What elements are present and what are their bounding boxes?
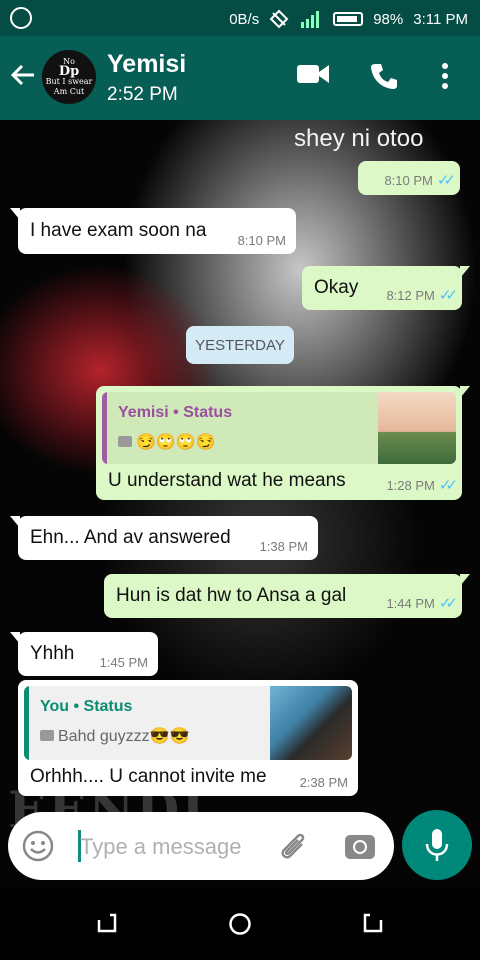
camera-icon: [118, 436, 132, 447]
message-time: 1:45 PM: [99, 655, 148, 670]
nav-recent-icon[interactable]: [362, 912, 384, 934]
nav-back-icon[interactable]: [96, 912, 118, 934]
message-input[interactable]: Type a message: [80, 834, 241, 860]
message-text: Orhhh.... U cannot invite me: [30, 766, 267, 787]
chat-header: No Dp But I swear Am Cut Yemisi 2:52 PM: [0, 36, 480, 120]
date-divider: YESTERDAY: [186, 326, 294, 364]
message-bubble-incoming[interactable]: Ehn... And av answered 1:38 PM: [10, 516, 318, 560]
wallpaper-caption: shey ni otoo: [294, 125, 424, 152]
back-arrow-icon[interactable]: [10, 62, 36, 88]
clock: 3:11 PM: [413, 10, 468, 28]
message-time: 1:38 PM: [259, 539, 308, 554]
quoted-author: You • Status: [40, 698, 133, 715]
message-time: 8:10 PM ✓✓: [384, 172, 456, 189]
system-navigation-bar: [0, 888, 480, 960]
last-seen: 2:52 PM: [107, 84, 178, 105]
message-text: I have exam soon na: [30, 220, 207, 241]
message-bubble-outgoing[interactable]: Yemisi • Status 😏🙄🙄😏 U understand wat he…: [96, 386, 470, 500]
signal-icon: [301, 11, 320, 28]
status-thumbnail: [378, 392, 456, 464]
wifi-off-icon: [269, 9, 289, 29]
avatar[interactable]: No Dp But I swear Am Cut: [42, 50, 96, 104]
quoted-status[interactable]: You • Status Bahd guyzzz😎😎: [24, 686, 352, 760]
message-text: Okay: [314, 277, 359, 298]
message-bubble-outgoing[interactable]: Hun is dat hw to Ansa a gal 1:44 PM ✓✓: [104, 574, 470, 618]
message-time: 8:10 PM: [237, 233, 286, 248]
network-speed: 0B/s: [229, 10, 260, 28]
mic-icon: [425, 829, 449, 861]
quoted-status[interactable]: Yemisi • Status 😏🙄🙄😏: [102, 392, 456, 464]
camera-icon[interactable]: [344, 830, 376, 860]
quoted-author: Yemisi • Status: [118, 404, 233, 421]
quoted-preview: Bahd guyzzz😎😎: [40, 726, 189, 746]
message-bubble-outgoing[interactable]: 8:10 PM ✓✓: [358, 161, 460, 195]
quoted-preview: 😏🙄🙄😏: [118, 432, 216, 452]
whatsapp-icon: [10, 7, 32, 29]
message-time: 1:28 PM ✓✓: [386, 477, 458, 494]
battery-level: 98%: [373, 10, 404, 28]
message-time: 8:12 PM ✓✓: [386, 287, 458, 304]
message-text: Hun is dat hw to Ansa a gal: [116, 585, 347, 606]
battery-icon: [333, 12, 364, 26]
message-text: Ehn... And av answered: [30, 527, 231, 548]
message-text: U understand wat he means: [108, 470, 346, 491]
message-bubble-incoming[interactable]: Yhhh 1:45 PM: [10, 632, 158, 676]
chat-area[interactable]: shey ni otoo EENDI 8:10 PM ✓✓ I have exam…: [0, 120, 480, 888]
voice-record-button[interactable]: [402, 810, 472, 880]
attach-icon[interactable]: [276, 828, 310, 864]
message-bubble-incoming[interactable]: You • Status Bahd guyzzz😎😎 Orhhh.... U c…: [18, 680, 358, 796]
status-thumbnail: [270, 686, 352, 760]
message-time: 2:38 PM: [299, 775, 348, 790]
read-ticks-icon: ✓✓: [438, 287, 458, 304]
read-ticks-icon: ✓✓: [438, 595, 458, 612]
read-ticks-icon: ✓✓: [436, 172, 456, 189]
message-time: 1:44 PM ✓✓: [386, 595, 458, 612]
voice-call-icon[interactable]: [370, 62, 398, 90]
emoji-icon[interactable]: [22, 830, 54, 862]
message-bubble-incoming[interactable]: I have exam soon na 8:10 PM: [10, 208, 296, 254]
message-bubble-outgoing[interactable]: Okay 8:12 PM ✓✓: [302, 266, 470, 310]
nav-home-icon[interactable]: [228, 912, 252, 936]
camera-icon: [40, 730, 54, 741]
message-composer[interactable]: Type a message: [8, 812, 394, 880]
video-call-icon[interactable]: [296, 62, 330, 86]
contact-name[interactable]: Yemisi: [107, 50, 186, 79]
status-bar: 0B/s 98% 3:11 PM: [0, 0, 480, 36]
more-vert-icon[interactable]: [440, 62, 450, 90]
read-ticks-icon: ✓✓: [438, 477, 458, 494]
message-text: Yhhh: [30, 643, 75, 664]
